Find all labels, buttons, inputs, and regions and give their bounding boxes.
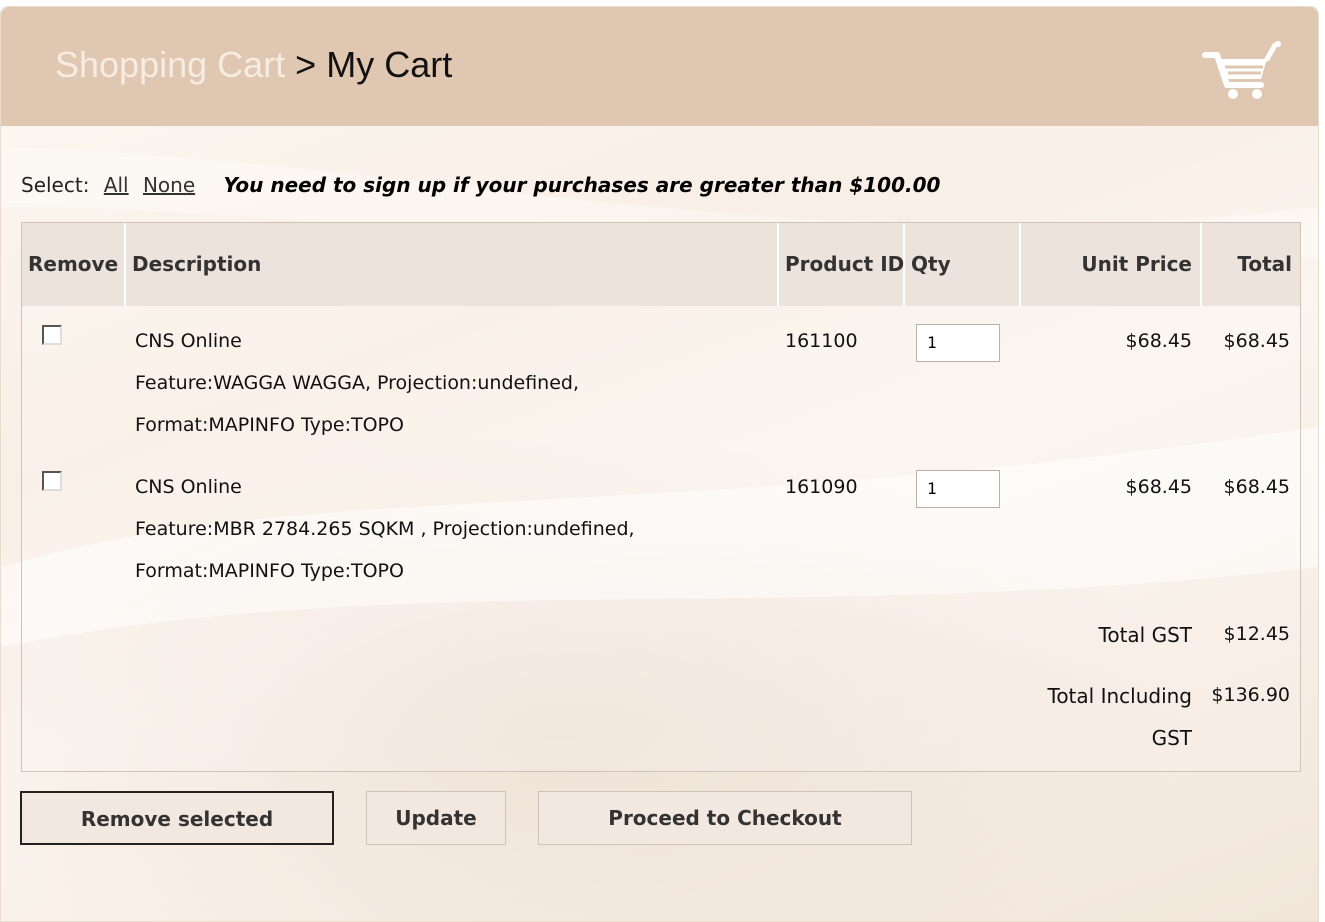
total-gst-value: $12.45	[1223, 623, 1290, 645]
column-header-description: Description	[126, 223, 779, 306]
select-all-link[interactable]: All	[104, 173, 129, 197]
total-incl-gst-label-line1: Total Including	[1047, 684, 1193, 708]
column-header-qty: Qty	[905, 223, 1021, 306]
quantity-input[interactable]: 1	[916, 324, 1000, 362]
breadcrumb-root[interactable]: Shopping Cart	[55, 44, 285, 85]
total-incl-gst-value: $136.90	[1211, 684, 1290, 706]
unit-price: $68.45	[1125, 330, 1192, 352]
cart-panel: Shopping Cart > My Cart Select: All None…	[0, 6, 1319, 922]
line-total: $68.45	[1223, 330, 1290, 352]
remove-checkbox[interactable]	[42, 471, 62, 491]
line-total: $68.45	[1223, 476, 1290, 498]
update-button[interactable]: Update	[366, 791, 506, 845]
item-format: Format:MAPINFO Type:TOPO	[135, 560, 404, 582]
total-gst-label: Total GST	[1098, 623, 1192, 647]
product-id: 161090	[785, 476, 858, 498]
select-bar: Select: All None You need to sign up if …	[21, 173, 940, 197]
column-header-unit-price: Unit Price	[1021, 223, 1202, 306]
select-label: Select:	[21, 173, 90, 197]
signup-notice: You need to sign up if your purchases ar…	[223, 173, 941, 197]
page-header: Shopping Cart > My Cart	[1, 7, 1318, 126]
column-header-total: Total	[1237, 252, 1292, 276]
breadcrumb-separator: >	[295, 44, 317, 85]
unit-price: $68.45	[1125, 476, 1192, 498]
item-name: CNS Online	[135, 476, 242, 498]
column-header-remove: Remove	[22, 223, 126, 306]
column-header-product-id: Product ID	[779, 223, 905, 306]
total-incl-gst-label-line2: GST	[1151, 726, 1192, 750]
quantity-input[interactable]: 1	[916, 470, 1000, 508]
item-feature: Feature:WAGGA WAGGA, Projection:undefine…	[135, 372, 580, 394]
item-name: CNS Online	[135, 330, 242, 352]
table-header: Remove Description Product ID Qty Unit P…	[22, 223, 1300, 306]
item-feature: Feature:MBR 2784.265 SQKM , Projection:u…	[135, 518, 635, 540]
proceed-to-checkout-button[interactable]: Proceed to Checkout	[538, 791, 912, 845]
product-id: 161100	[785, 330, 858, 352]
cart-table: Remove Description Product ID Qty Unit P…	[21, 222, 1301, 772]
breadcrumb-current: My Cart	[326, 44, 453, 85]
shopping-cart-icon	[1202, 41, 1281, 99]
item-format: Format:MAPINFO Type:TOPO	[135, 414, 404, 436]
remove-checkbox[interactable]	[42, 325, 62, 345]
breadcrumb: Shopping Cart > My Cart	[55, 43, 452, 87]
remove-selected-button[interactable]: Remove selected	[20, 791, 334, 845]
select-none-link[interactable]: None	[143, 173, 195, 197]
